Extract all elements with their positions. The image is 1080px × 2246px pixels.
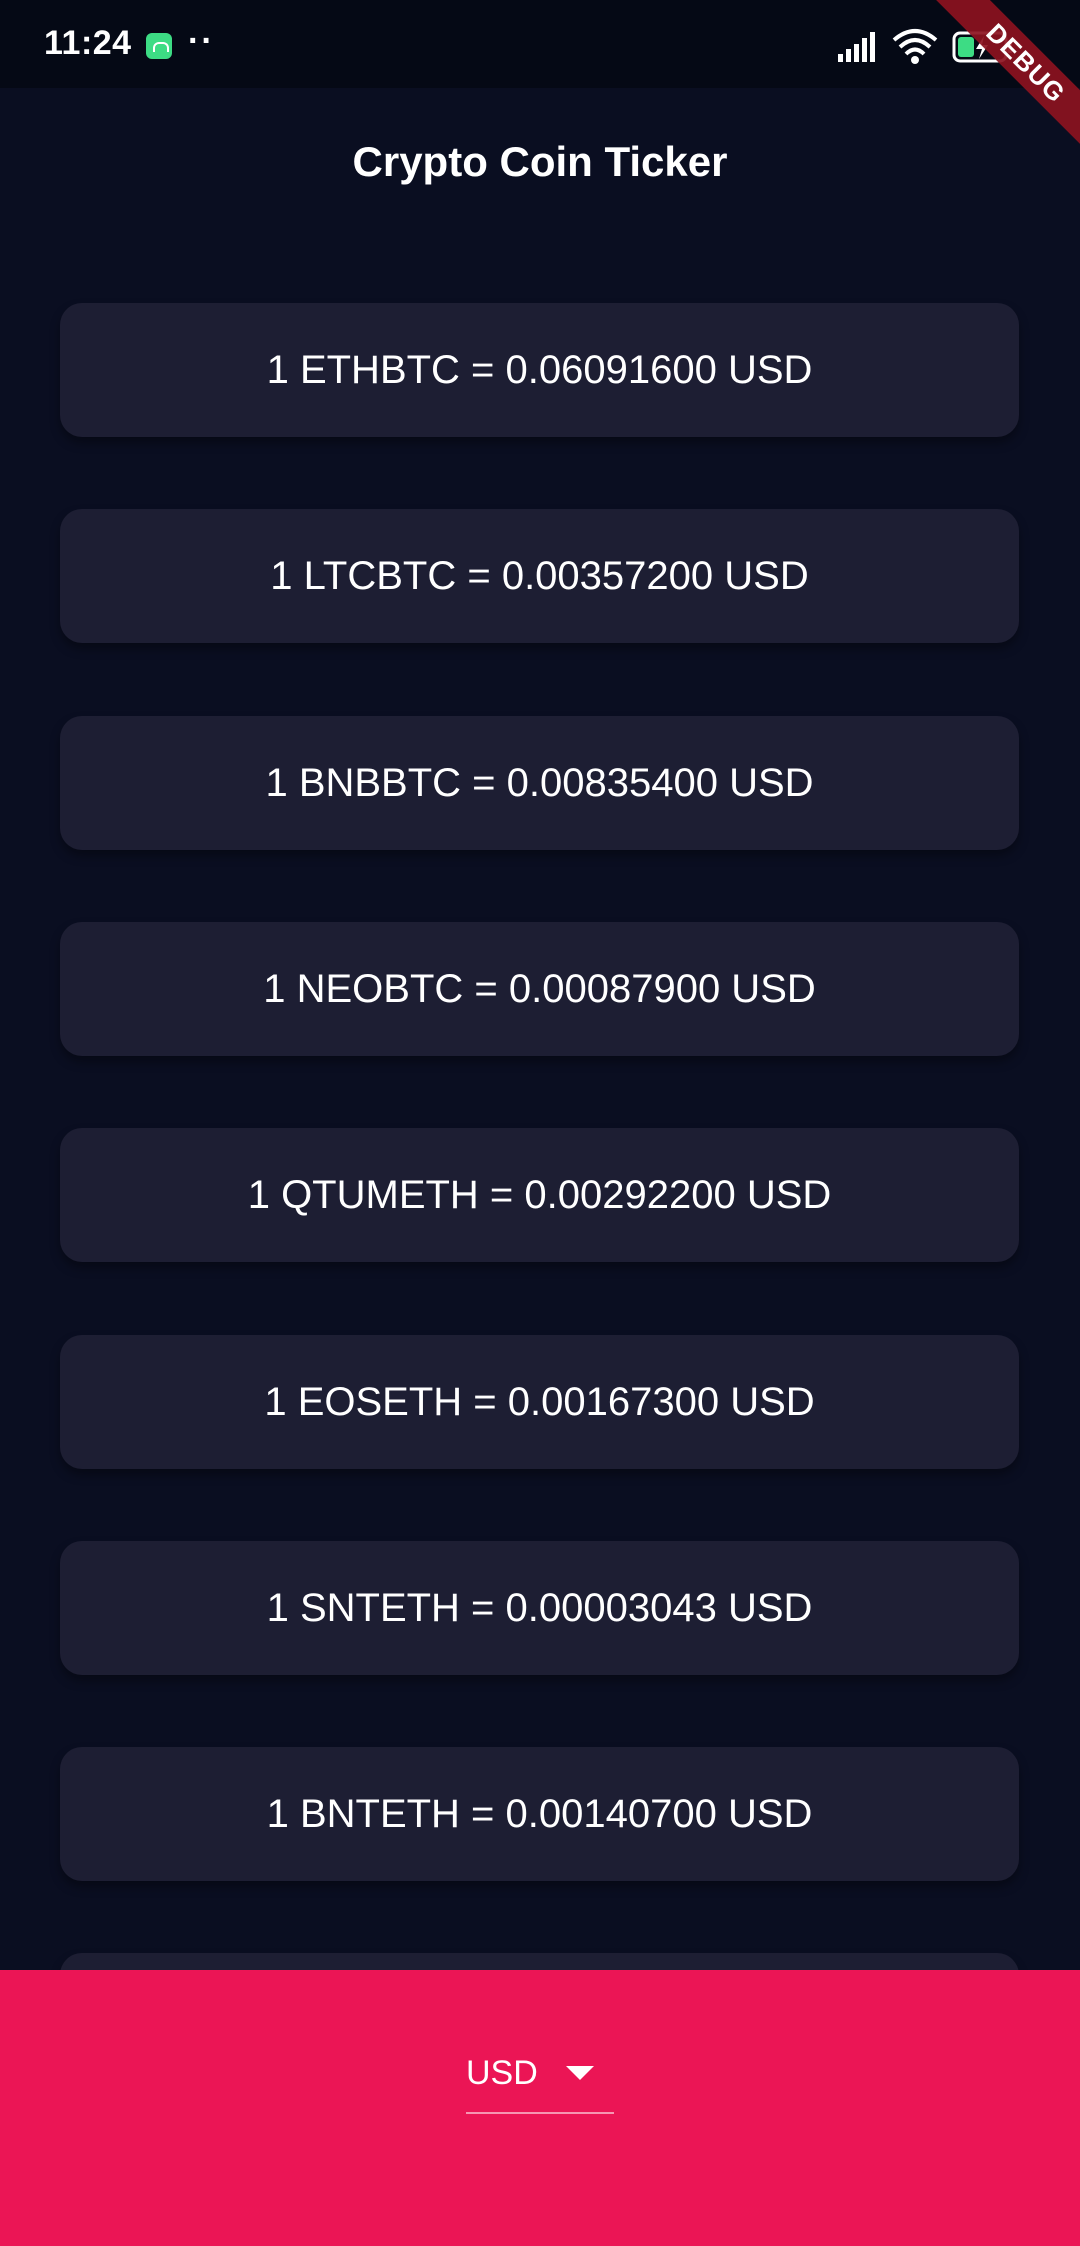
ticker-card: 1 LTCBTC = 0.00357200 USD xyxy=(60,509,1019,643)
ticker-text: 1 BNBBTC = 0.00835400 USD xyxy=(265,760,814,805)
ticker-text: 1 LTCBTC = 0.00357200 USD xyxy=(270,553,809,598)
ticker-card-partial xyxy=(60,1953,1019,1970)
page-title: Crypto Coin Ticker xyxy=(352,138,728,185)
ticker-card: 1 EOSETH = 0.00167300 USD xyxy=(60,1335,1019,1469)
ticker-text: 1 SNTETH = 0.00003043 USD xyxy=(266,1585,813,1630)
ticker-card: 1 SNTETH = 0.00003043 USD xyxy=(60,1541,1019,1675)
ticker-card: 1 QTUMETH = 0.00292200 USD xyxy=(60,1128,1019,1262)
android-notification-icon xyxy=(146,33,172,59)
currency-dropdown[interactable]: USD xyxy=(466,2046,614,2114)
bottom-bar: USD xyxy=(0,1970,1080,2246)
app-bar: Crypto Coin Ticker xyxy=(0,88,1080,242)
ticker-card: 1 NEOBTC = 0.00087900 USD xyxy=(60,922,1019,1056)
debug-banner: DEBUG xyxy=(920,0,1080,160)
notification-dots: ·· xyxy=(188,22,215,60)
ticker-text: 1 QTUMETH = 0.00292200 USD xyxy=(247,1172,832,1217)
status-bar: 11:24 ·· xyxy=(0,0,1080,88)
dropdown-arrow-icon[interactable] xyxy=(566,2066,594,2080)
status-time: 11:24 xyxy=(44,24,132,62)
cellular-signal-icon xyxy=(838,32,875,62)
ticker-text: 1 EOSETH = 0.00167300 USD xyxy=(264,1379,815,1424)
currency-selected-value: USD xyxy=(466,2054,538,2092)
ticker-card: 1 BNBBTC = 0.00835400 USD xyxy=(60,716,1019,850)
ticker-text: 1 BNTETH = 0.00140700 USD xyxy=(266,1791,813,1836)
ticker-text: 1 NEOBTC = 0.00087900 USD xyxy=(263,966,816,1011)
ticker-text: 1 ETHBTC = 0.06091600 USD xyxy=(266,347,813,392)
ticker-list[interactable]: 1 ETHBTC = 0.06091600 USD 1 LTCBTC = 0.0… xyxy=(0,0,1080,1970)
ticker-card: 1 ETHBTC = 0.06091600 USD xyxy=(60,303,1019,437)
ticker-card: 1 BNTETH = 0.00140700 USD xyxy=(60,1747,1019,1881)
debug-banner-label: DEBUG xyxy=(927,0,1080,160)
